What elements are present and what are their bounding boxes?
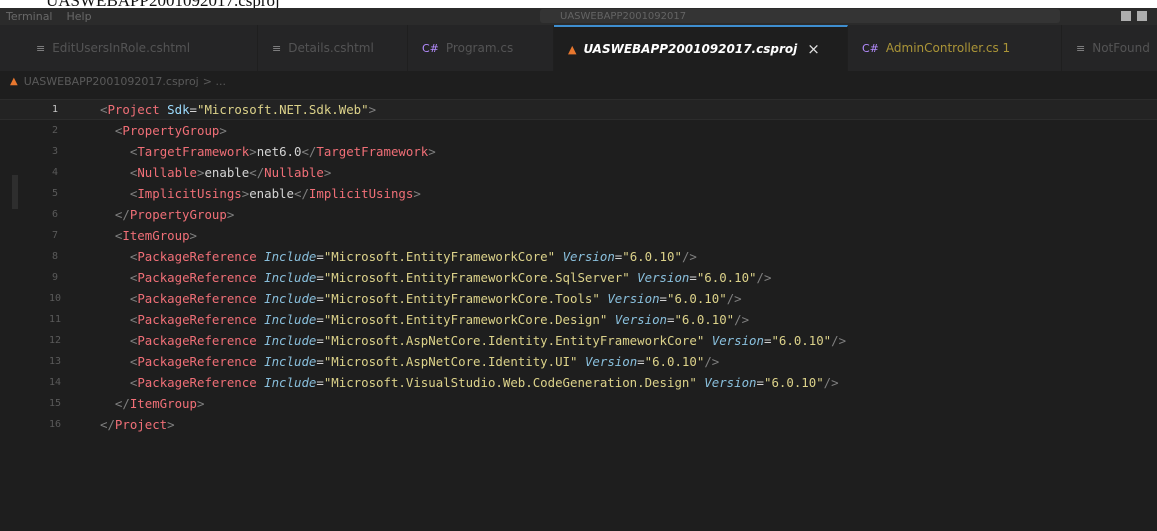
tab-csproj-active[interactable]: ▲ UASWEBAPP2001092017.csproj × [554,25,848,71]
line-number: 12 [48,335,62,346]
csharp-file-icon: C# [862,41,879,55]
tab-label: NotFound [1092,41,1150,55]
code-line[interactable]: 15 </ItemGroup> [0,393,1157,414]
code-line[interactable]: 5 <ImplicitUsings>enable</ImplicitUsings… [0,183,1157,204]
code-text: </Project> [100,417,175,432]
line-number: 13 [48,356,62,367]
title-bar: Terminal Help UASWEBAPP2001092017 [0,8,1157,25]
code-line[interactable]: 8 <PackageReference Include="Microsoft.E… [0,246,1157,267]
close-icon[interactable]: × [807,40,820,58]
code-line[interactable]: 10 <PackageReference Include="Microsoft.… [0,288,1157,309]
code-text: <PackageReference Include="Microsoft.Asp… [129,354,720,369]
breadcrumb: ▲ UASWEBAPP2001092017.csproj > ... [0,71,1157,91]
code-line[interactable]: 1 <Project Sdk="Microsoft.NET.Sdk.Web"> [0,99,1157,120]
code-text: <ItemGroup> [114,228,197,243]
tab-label: AdminController.cs 1 [885,41,1011,55]
code-line[interactable]: 4 <Nullable>enable</Nullable> [0,162,1157,183]
code-line[interactable]: 12 <PackageReference Include="Microsoft.… [0,330,1157,351]
code-text: <PropertyGroup> [114,123,227,138]
document-caption-text: UASWEBAPP2001092017.csproj [46,0,280,8]
breadcrumb-rest[interactable]: > ... [203,75,226,88]
line-number: 7 [51,230,59,241]
breadcrumb-file[interactable]: UASWEBAPP2001092017.csproj [24,75,199,88]
layout-panel-icon[interactable] [1137,11,1147,21]
menu-item-terminal[interactable]: Terminal [6,10,53,23]
code-text: <Nullable>enable</Nullable> [129,165,332,180]
layout-sidebar-icon[interactable] [1121,11,1131,21]
code-text: <ImplicitUsings>enable</ImplicitUsings> [129,186,421,201]
search-text: UASWEBAPP2001092017 [560,10,687,22]
line-number: 15 [48,398,62,409]
code-editor[interactable]: 1 <Project Sdk="Microsoft.NET.Sdk.Web"> 2 … [0,91,1157,531]
layout-controls [1121,11,1147,21]
code-text: <Project Sdk="Microsoft.NET.Sdk.Web"> [100,102,377,117]
tab-notfound[interactable]: ≡ NotFound [1062,25,1157,71]
line-number: 6 [51,209,59,220]
code-line[interactable]: 16 </Project> [0,414,1157,435]
tab-label: Details.cshtml [288,41,374,55]
code-text: <PackageReference Include="Microsoft.Ent… [129,249,697,264]
line-number: 1 [51,104,59,115]
line-number: 2 [51,125,59,136]
line-number: 16 [48,419,62,430]
code-text: <PackageReference Include="Microsoft.Ent… [129,312,750,327]
tab-edituserinrole[interactable]: ≡ EditUsersInRole.cshtml [0,25,258,71]
menu-item-help[interactable]: Help [67,10,92,23]
tab-admincontroller[interactable]: C# AdminController.cs 1 [848,25,1062,71]
code-line[interactable]: 2 <PropertyGroup> [0,120,1157,141]
code-line[interactable]: 3 <TargetFramework>net6.0</TargetFramewo… [0,141,1157,162]
command-center-search[interactable]: UASWEBAPP2001092017 [540,9,1060,23]
code-text: </ItemGroup> [114,396,205,411]
code-text: <PackageReference Include="Microsoft.Ent… [129,270,772,285]
code-line[interactable]: 14 <PackageReference Include="Microsoft.… [0,372,1157,393]
code-line[interactable]: 6 </PropertyGroup> [0,204,1157,225]
code-text: <TargetFramework>net6.0</TargetFramework… [129,144,436,159]
line-number: 10 [48,293,62,304]
line-number: 5 [51,188,59,199]
razor-file-icon: ≡ [36,41,46,55]
razor-file-icon: ≡ [1076,41,1086,55]
line-number: 4 [51,167,59,178]
code-text: <PackageReference Include="Microsoft.Ent… [129,291,742,306]
code-text: <PackageReference Include="Microsoft.Asp… [129,333,847,348]
code-line[interactable]: 13 <PackageReference Include="Microsoft.… [0,351,1157,372]
tab-label: Program.cs [445,41,514,55]
code-line[interactable]: 9 <PackageReference Include="Microsoft.E… [0,267,1157,288]
razor-file-icon: ≡ [272,41,282,55]
code-line[interactable]: 7 <ItemGroup> [0,225,1157,246]
tab-label: EditUsersInRole.cshtml [52,41,191,55]
tab-details[interactable]: ≡ Details.cshtml [258,25,408,71]
code-text: <PackageReference Include="Microsoft.Vis… [129,375,839,390]
tab-program[interactable]: C# Program.cs [408,25,554,71]
tab-label: UASWEBAPP2001092017.csproj [583,42,798,56]
project-file-icon: ▲ [10,75,18,87]
line-number: 11 [48,314,62,325]
line-number: 8 [51,251,59,262]
menu-bar: Terminal Help [6,8,92,25]
code-line[interactable]: 11 <PackageReference Include="Microsoft.… [0,309,1157,330]
line-number: 14 [48,377,62,388]
line-number: 3 [51,146,59,157]
csharp-file-icon: C# [422,41,439,55]
line-number: 9 [51,272,59,283]
editor-tab-bar: ≡ EditUsersInRole.cshtml ≡ Details.cshtm… [0,25,1157,72]
project-file-icon: ▲ [568,42,577,56]
code-text: </PropertyGroup> [114,207,235,222]
document-caption: UASWEBAPP2001092017.csproj [0,0,1157,8]
